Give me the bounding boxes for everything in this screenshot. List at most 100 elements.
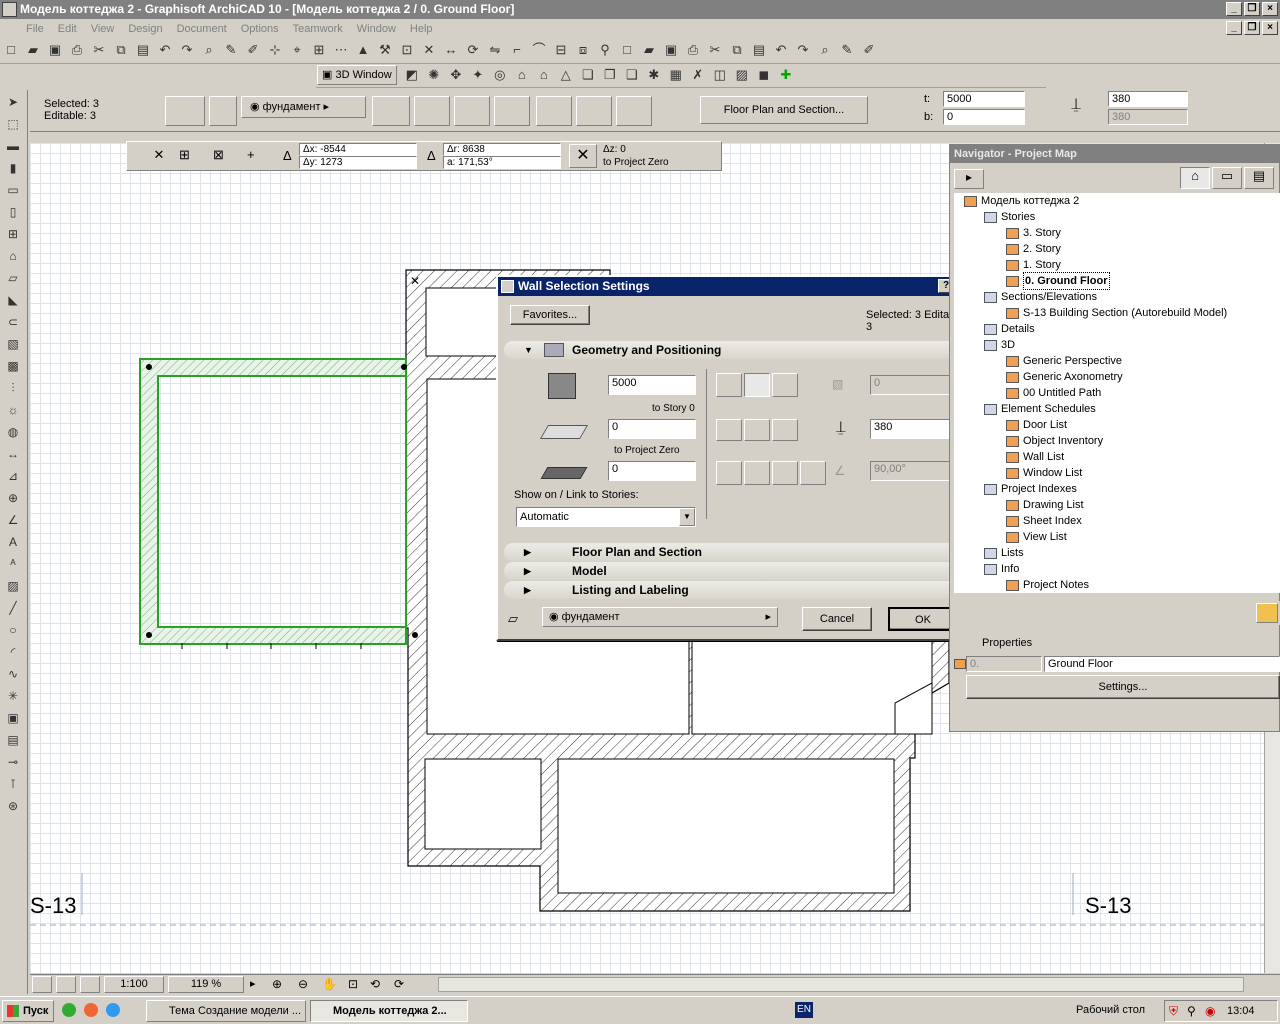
fillet-icon[interactable]: ⌒	[529, 40, 549, 60]
print2-icon[interactable]: ⎙	[683, 40, 703, 60]
tree-node[interactable]: 3. Story	[1006, 225, 1061, 241]
copy-icon[interactable]: ⧉	[111, 40, 131, 60]
start-button[interactable]: Пуск	[2, 1000, 54, 1022]
quicklaunch-icon-2[interactable]	[84, 1003, 98, 1017]
pick2-icon[interactable]: ✎	[837, 40, 857, 60]
tree-node[interactable]: Wall List	[1006, 449, 1064, 465]
tree-node[interactable]: Sections/Elevations	[984, 289, 1097, 305]
inject2-icon[interactable]: ✐	[859, 40, 879, 60]
tree-node[interactable]: Lists	[984, 545, 1024, 561]
walk-icon[interactable]: ✦	[468, 65, 488, 85]
quicklaunch-icon-3[interactable]	[106, 1003, 120, 1017]
ref-left-icon[interactable]	[716, 373, 742, 397]
wall-thickness-field[interactable]: 380	[870, 419, 958, 439]
tree-node[interactable]: Generic Perspective	[1006, 353, 1122, 369]
menu-edit[interactable]: Edit	[58, 23, 77, 35]
door-tool-icon[interactable]: ▯	[3, 202, 23, 222]
nav-icon[interactable]	[32, 976, 52, 993]
arc-tool-icon[interactable]: ◜	[3, 642, 23, 662]
minimize-button[interactable]: _	[1226, 2, 1242, 16]
tree-node[interactable]: 2. Story	[1006, 241, 1061, 257]
show-on-select[interactable]: Automatic ▼	[516, 507, 696, 527]
origin-coord-icon[interactable]: +	[247, 147, 271, 167]
group-icon[interactable]: ⧈	[573, 40, 593, 60]
zoom-display[interactable]: 119 %	[168, 976, 244, 993]
cancel-button[interactable]: Cancel	[802, 607, 872, 631]
tree-node[interactable]: Info	[984, 561, 1019, 577]
slanted-wall-icon[interactable]	[744, 461, 770, 485]
profile-button[interactable]	[494, 96, 530, 126]
dz-field[interactable]: Δz: 0	[603, 144, 626, 155]
tree-node[interactable]: 0. Ground Floor	[1006, 272, 1110, 290]
section-marker-right[interactable]: S-13	[1085, 893, 1131, 919]
section-marker-left[interactable]: S-13	[30, 893, 76, 919]
render-icon[interactable]: ✱	[644, 65, 664, 85]
tree-node[interactable]: 1. Story	[1006, 257, 1061, 273]
close-button[interactable]: ×	[1262, 2, 1278, 16]
bottom-height-field[interactable]: 0	[943, 109, 1025, 125]
listing-section-header[interactable]: ▶ Listing and Labeling	[504, 581, 970, 599]
wall-geom-button[interactable]	[209, 96, 237, 126]
model-section-header[interactable]: ▶ Model	[504, 562, 970, 580]
trim-icon[interactable]: ⌐	[507, 40, 527, 60]
menu-view[interactable]: View	[91, 23, 115, 35]
tree-node[interactable]: 3D	[984, 337, 1015, 353]
pen-button[interactable]	[414, 96, 450, 126]
print-icon[interactable]: ⎙	[67, 40, 87, 60]
paste2-icon[interactable]: ▤	[749, 40, 769, 60]
label-tool-icon[interactable]: ᴬ	[3, 554, 23, 574]
object-tool-icon[interactable]: ⌂	[3, 246, 23, 266]
line-tool-icon[interactable]: ╱	[3, 598, 23, 618]
undo2-icon[interactable]: ↶	[771, 40, 791, 60]
cut2-icon[interactable]: ✂	[705, 40, 725, 60]
ref-line-right-button[interactable]	[616, 96, 652, 126]
new-icon[interactable]: □	[1, 40, 21, 60]
slab-tool-icon[interactable]: ▱	[3, 268, 23, 288]
3d-icon[interactable]: ◫	[710, 65, 730, 85]
grid-icon[interactable]: ⋯	[331, 40, 351, 60]
language-indicator[interactable]: EN	[795, 1002, 813, 1018]
network-icon[interactable]: ⚲	[1187, 1004, 1196, 1018]
wall-height-field[interactable]: 5000	[608, 375, 696, 395]
tree-node[interactable]: Stories	[984, 209, 1035, 225]
ref-right-icon[interactable]	[772, 373, 798, 397]
paste-icon[interactable]: ▤	[133, 40, 153, 60]
tree-node[interactable]: Window List	[1006, 465, 1082, 481]
tree-node[interactable]: Details	[984, 321, 1035, 337]
pick-icon[interactable]: ✎	[221, 40, 241, 60]
stair-tool-icon[interactable]: ⫶	[3, 378, 23, 398]
navigator-menu-icon[interactable]: ▸	[954, 169, 984, 189]
next-zoom-icon[interactable]: ⟳	[394, 977, 404, 991]
save-icon[interactable]: ▣	[45, 40, 65, 60]
roof-icon[interactable]: △	[556, 65, 576, 85]
orbit-icon[interactable]: ✺	[424, 65, 444, 85]
layer-selector[interactable]: ◉ фундамент ▸	[241, 96, 366, 118]
snap-coord-icon[interactable]: ⊠	[213, 147, 237, 167]
ok-button[interactable]: OK	[888, 607, 958, 631]
detail-tool-icon[interactable]: ⊛	[3, 796, 23, 816]
menu-document[interactable]: Document	[177, 23, 227, 35]
geometry-section-header[interactable]: ▼ Geometry and Positioning	[504, 341, 970, 359]
ref-line-center-button[interactable]	[576, 96, 612, 126]
explore-icon[interactable]: ✥	[446, 65, 466, 85]
circle-tool-icon[interactable]: ○	[3, 620, 23, 640]
3d-window-button[interactable]: ▣ 3D Window	[317, 65, 397, 85]
inject-icon[interactable]: ✐	[243, 40, 263, 60]
radial-tool-icon[interactable]: ⊕	[3, 488, 23, 508]
wall-tool-icon[interactable]: ▬	[3, 136, 23, 156]
thickness-field[interactable]: 380	[1108, 91, 1188, 107]
gravity-icon[interactable]: ▲	[353, 40, 373, 60]
spline-tool-icon[interactable]: ∿	[3, 664, 23, 684]
menu-teamwork[interactable]: Teamwork	[293, 23, 343, 35]
toggle-icon[interactable]	[80, 976, 100, 993]
top-height-field[interactable]: 5000	[943, 91, 1025, 107]
lamp-tool-icon[interactable]: ☼	[3, 400, 23, 420]
dx-field[interactable]: Δx: -8544	[299, 143, 417, 156]
z-cancel-icon[interactable]: ✕	[569, 144, 597, 168]
zoom-in-icon[interactable]: ⊕	[272, 977, 282, 991]
task-button-archicad[interactable]: Модель коттеджа 2...	[310, 1000, 468, 1022]
profile-trapezoid-icon[interactable]	[744, 419, 770, 441]
cancel-coord-icon[interactable]: ✕	[149, 147, 169, 167]
dr-field[interactable]: Δr: 8638	[443, 143, 561, 156]
horizontal-scrollbar[interactable]	[438, 977, 1244, 992]
